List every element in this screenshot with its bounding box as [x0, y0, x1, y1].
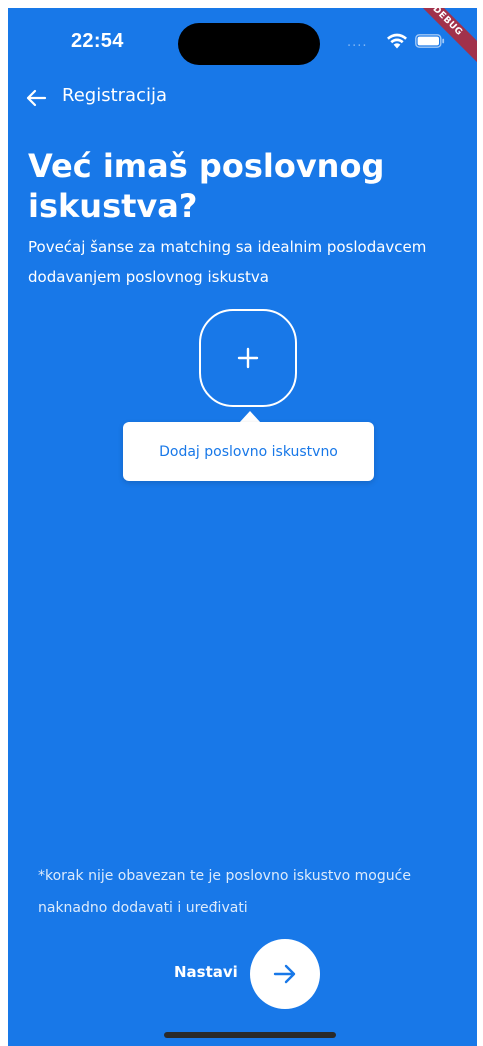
continue-label[interactable]: Nastavi: [174, 963, 238, 981]
arrow-left-icon: [26, 89, 47, 107]
add-experience-tooltip[interactable]: Dodaj poslovno iskustvno: [123, 422, 374, 481]
add-experience-button[interactable]: [199, 309, 297, 407]
back-button[interactable]: [22, 86, 50, 110]
plus-icon: [237, 347, 259, 369]
dynamic-island: [178, 23, 320, 65]
app-screen: 22:54 .... DEBUG Registracija Već imaš p…: [8, 8, 477, 1046]
signal-icon: ....: [347, 35, 368, 50]
arrow-right-icon: [273, 964, 296, 984]
page-subtitle: Povećaj šanse za matching sa idealnim po…: [28, 238, 427, 286]
tooltip-label: Dodaj poslovno iskustvno: [159, 443, 338, 460]
app-bar-title: Registracija: [62, 85, 167, 106]
home-indicator[interactable]: [164, 1032, 336, 1038]
optional-step-note: *korak nije obavezan te je poslovno isku…: [38, 868, 411, 916]
status-time: 22:54: [71, 30, 124, 52]
page-title: Već imaš poslovnog iskustva?: [28, 147, 385, 225]
continue-button[interactable]: [250, 939, 320, 1009]
wifi-icon: [387, 33, 407, 49]
battery-icon: [415, 34, 445, 48]
